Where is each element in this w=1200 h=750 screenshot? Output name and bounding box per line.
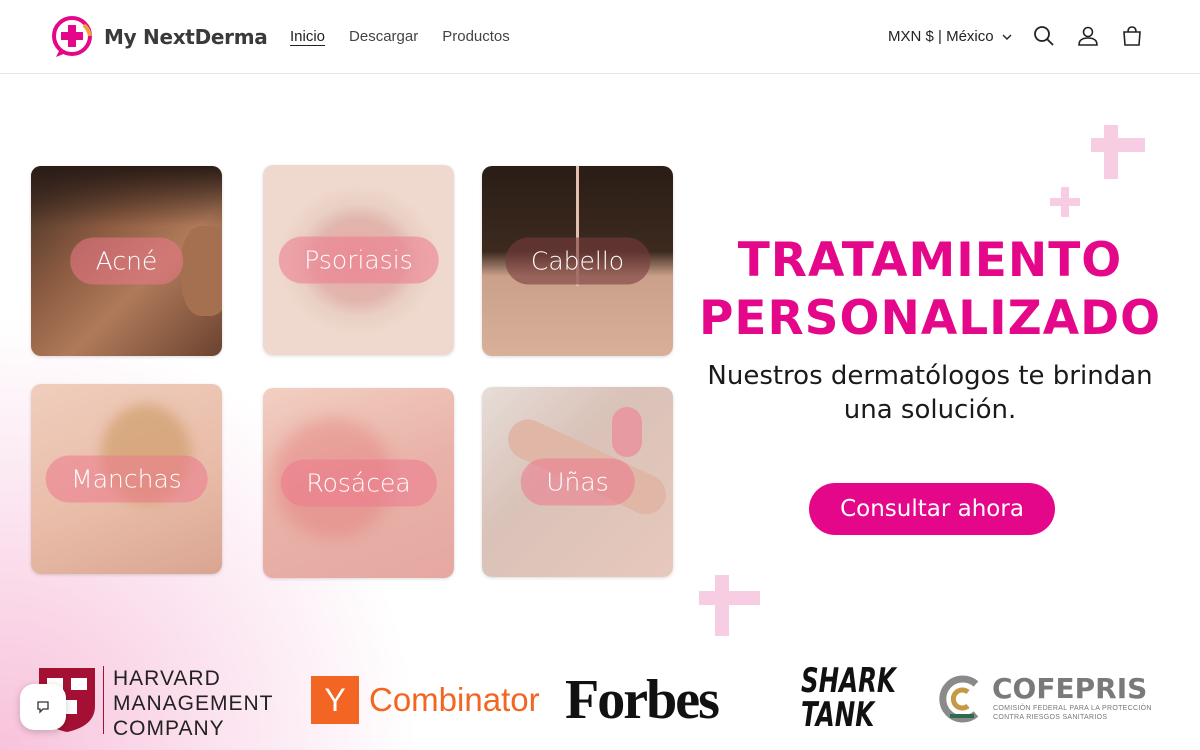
cofepris-emblem-icon xyxy=(939,675,979,723)
tile-unas[interactable]: Uñas xyxy=(482,387,673,577)
harvard-line1: HARVARD xyxy=(113,667,221,690)
tile-acne[interactable]: Acné xyxy=(31,166,222,356)
consultar-ahora-button[interactable]: Consultar ahora xyxy=(809,483,1055,535)
search-icon[interactable] xyxy=(1032,24,1056,48)
main-nav: Inicio Descargar Productos xyxy=(290,28,510,45)
tile-cabello[interactable]: Cabello xyxy=(482,166,673,356)
tile-label: Uñas xyxy=(520,458,635,506)
nav-descargar[interactable]: Descargar xyxy=(349,28,418,45)
cofepris-sub2: CONTRA RIESGOS SANITARIOS xyxy=(993,714,1108,721)
tile-label: Acné xyxy=(69,237,184,285)
tank-line: TANK xyxy=(801,695,875,735)
tile-label: Psoriasis xyxy=(278,236,439,284)
currency-label: MXN $ | México xyxy=(888,28,994,45)
hero-title-line2: PERSONALIZADO xyxy=(698,291,1162,346)
user-icon[interactable] xyxy=(1076,24,1100,48)
hero-subtitle-line1: Nuestros dermatólogos te brindan xyxy=(707,361,1153,391)
nav-productos[interactable]: Productos xyxy=(442,28,510,45)
brand-name: My NextDerma xyxy=(104,25,268,49)
site-header: My NextDerma Inicio Descargar Productos … xyxy=(0,0,1200,74)
chat-icon xyxy=(37,701,49,714)
forbes-logo: Forbes xyxy=(565,669,720,731)
tile-psoriasis[interactable]: Psoriasis xyxy=(263,165,454,355)
hero-title: TRATAMIENTO PERSONALIZADO xyxy=(690,232,1170,348)
press-logos: HARVARD MANAGEMENT COMPANY Y Combinator … xyxy=(0,660,1200,750)
shark-tank-logo: SHARK TANK xyxy=(801,664,896,732)
harvard-line3: COMPANY xyxy=(113,717,225,740)
tile-manchas[interactable]: Manchas xyxy=(31,384,222,574)
hero-subtitle-line2: una solución. xyxy=(843,395,1017,425)
nav-inicio[interactable]: Inicio xyxy=(290,28,325,45)
hero-banner: Acné Psoriasis Cabello Manchas Rosácea U… xyxy=(0,75,1200,750)
ycombinator-logo: Y Combinator xyxy=(311,676,540,724)
hero-subtitle: Nuestros dermatólogos te brindan una sol… xyxy=(700,359,1160,427)
hero-title-line1: TRATAMIENTO xyxy=(737,233,1123,288)
harvard-line2: MANAGEMENT xyxy=(113,692,274,715)
currency-selector[interactable]: MXN $ | México xyxy=(888,28,1012,45)
cofepris-sub1: COMISIÓN FEDERAL PARA LA PROTECCIÓN xyxy=(993,705,1152,712)
yc-name: Combinator xyxy=(369,681,540,718)
chevron-down-icon xyxy=(1002,34,1012,40)
shark-line: SHARK xyxy=(801,661,896,701)
tile-label: Manchas xyxy=(45,455,208,503)
tile-label: Cabello xyxy=(504,237,651,285)
harvard-logo: HARVARD MANAGEMENT COMPANY xyxy=(37,666,297,740)
cofepris-name: COFEPRIS xyxy=(992,672,1148,705)
logo-cross-icon xyxy=(52,16,92,57)
tile-rosacea[interactable]: Rosácea xyxy=(263,388,454,578)
brand-logo[interactable]: My NextDerma xyxy=(50,15,268,59)
cart-icon[interactable] xyxy=(1120,24,1144,48)
yc-badge: Y xyxy=(311,676,359,724)
cofepris-logo: COFEPRIS COMISIÓN FEDERAL PARA LA PROTEC… xyxy=(938,672,1168,732)
chat-button[interactable] xyxy=(20,684,66,730)
tile-label: Rosácea xyxy=(280,459,437,507)
